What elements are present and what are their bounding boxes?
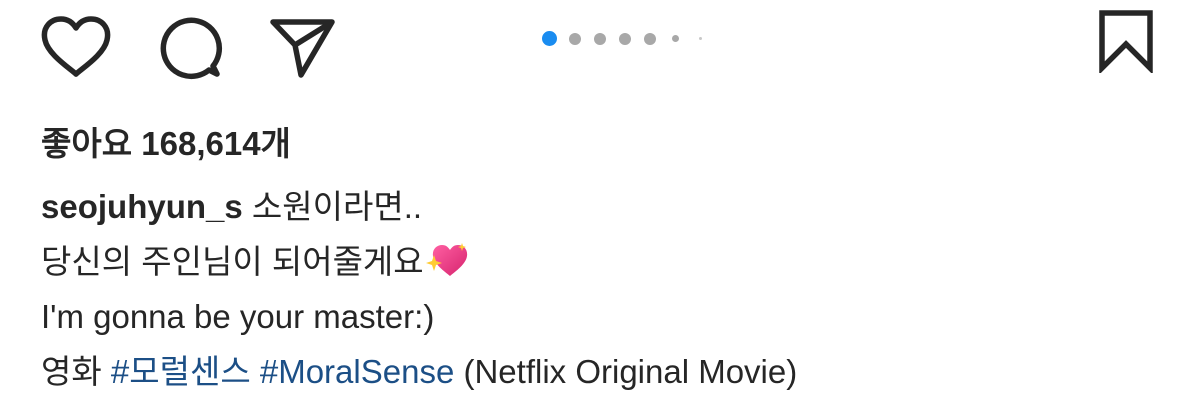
- post-caption: seojuhyun_s 소원이라면.. 당신의 주인님이 되어줄게요 I'm g…: [41, 179, 1161, 399]
- carousel-dot: [619, 32, 631, 45]
- caption-line: 당신의 주인님이 되어줄게요: [41, 234, 1161, 289]
- carousel-dot: [569, 32, 581, 45]
- share-button[interactable]: [268, 14, 338, 80]
- hashtag-link[interactable]: #모럴센스: [111, 353, 251, 390]
- carousel-dot: [644, 32, 656, 45]
- caption-text: 소원이라면..: [242, 188, 423, 225]
- carousel-indicator: [542, 30, 712, 46]
- caption-line: seojuhyun_s 소원이라면..: [41, 179, 1161, 234]
- comment-bubble-icon: [160, 17, 223, 80]
- carousel-dot: [594, 32, 606, 45]
- bookmark-button[interactable]: [1096, 9, 1156, 73]
- caption-text: I'm gonna be your master:): [41, 298, 435, 335]
- carousel-dot: [672, 35, 679, 42]
- bookmark-outline-icon: [1099, 10, 1153, 73]
- likes-number: 168,614개: [141, 125, 291, 162]
- carousel-dot-active: [542, 31, 557, 46]
- caption-text: 영화: [41, 353, 111, 390]
- paper-plane-icon: [270, 19, 335, 78]
- hashtag-link[interactable]: #MoralSense: [260, 353, 454, 390]
- caption-line: 영화 #모럴센스 #MoralSense (Netflix Original M…: [41, 344, 1161, 399]
- post-action-bar: [0, 0, 1200, 100]
- like-button[interactable]: [40, 14, 112, 80]
- heart-outline-icon: [41, 16, 111, 77]
- comment-button[interactable]: [157, 14, 225, 80]
- likes-count[interactable]: 좋아요 168,614개: [41, 120, 1161, 168]
- caption-line: I'm gonna be your master:): [41, 289, 1161, 344]
- post-details: 좋아요 168,614개 seojuhyun_s 소원이라면.. 당신의 주인님…: [41, 120, 1161, 399]
- likes-label: 좋아요: [41, 125, 133, 162]
- caption-text: 당신의 주인님이 되어줄게요: [41, 243, 424, 280]
- caption-username[interactable]: seojuhyun_s: [41, 188, 243, 225]
- caption-text: (Netflix Original Movie): [454, 353, 798, 390]
- sparkling-heart-icon: [425, 240, 468, 278]
- carousel-dot: [699, 37, 702, 40]
